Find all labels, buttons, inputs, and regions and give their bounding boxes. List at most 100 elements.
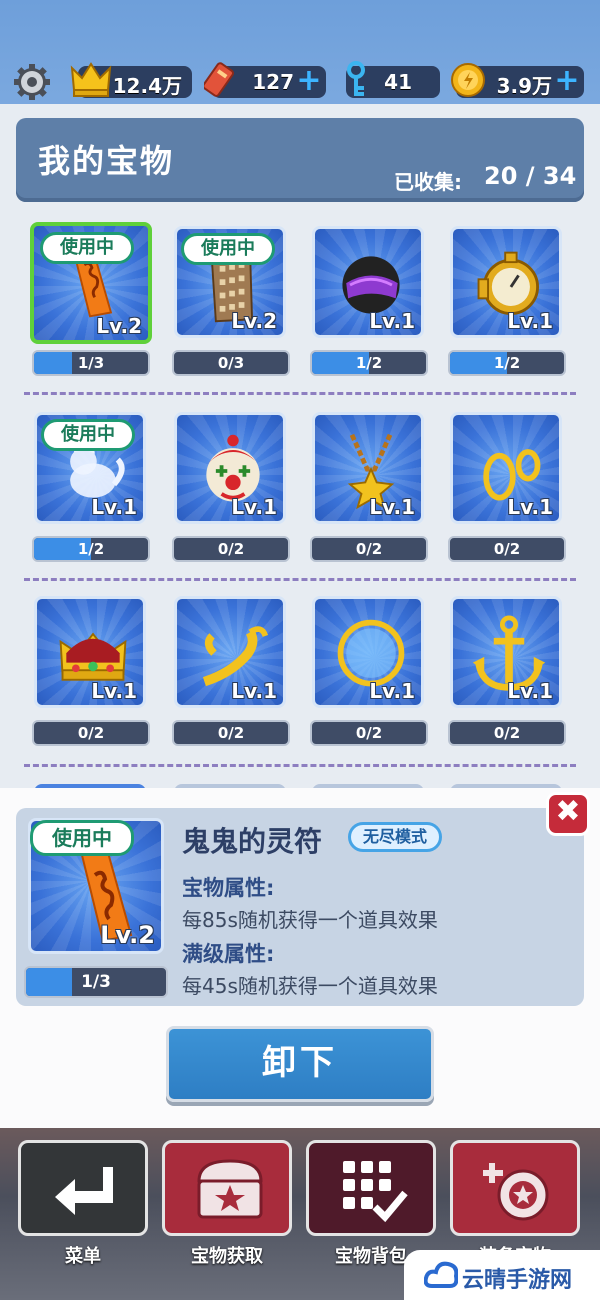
crown-value: 12.4万 bbox=[112, 74, 182, 98]
item-progress-text: 0/2 bbox=[77, 724, 105, 742]
item-tile[interactable]: Lv.1 bbox=[312, 412, 424, 524]
coin-icon bbox=[451, 63, 485, 97]
in-use-badge: 使用中 bbox=[181, 233, 275, 265]
treasure-item[interactable]: Lv.1 0/2 bbox=[308, 592, 428, 752]
item-progress-text: 0/2 bbox=[355, 540, 383, 558]
attr-label: 宝物属性: bbox=[182, 876, 275, 900]
item-progress-bar: 1/3 bbox=[32, 350, 150, 376]
ticket-counter: 127 + bbox=[204, 62, 326, 98]
item-tile[interactable]: Lv.1 bbox=[34, 596, 146, 708]
treasure-row: Lv.2 使用中 1/3 Lv.2 使用中 0/3 Lv.1 1/2 Lv.1 1/2 bbox=[0, 222, 600, 406]
collected-label: 已收集: bbox=[394, 170, 462, 194]
treasure-get-button[interactable] bbox=[162, 1140, 292, 1236]
item-progress-bar: 1/2 bbox=[32, 536, 150, 562]
coin-counter: 3.9万 + bbox=[451, 63, 584, 98]
max-attr-text: 每45s随机获得一个道具效果 bbox=[182, 974, 438, 998]
item-progress-text: 0/2 bbox=[493, 724, 521, 742]
item-level: Lv.2 bbox=[96, 314, 142, 338]
detail-item-tile: Lv.2 使用中 bbox=[28, 818, 164, 954]
item-progress-text: 1/2 bbox=[77, 540, 105, 558]
in-use-badge: 使用中 bbox=[40, 232, 134, 264]
treasure-panel: 我的宝物 已收集: 20 / 34 Lv.2 使用中 1/3 Lv.2 使用中 0/3 Lv… bbox=[0, 104, 600, 804]
mode-badge: 无尽模式 bbox=[348, 822, 443, 852]
detail-progress-text: 1/3 bbox=[81, 972, 111, 992]
item-progress-bar: 1/2 bbox=[448, 350, 566, 376]
add-coin-button[interactable]: + bbox=[554, 66, 580, 96]
currency-bar: 12.4万 127 + 41 3.9万 + bbox=[0, 60, 600, 104]
item-progress-text: 0/2 bbox=[217, 540, 245, 558]
cloud-logo-icon bbox=[424, 1261, 458, 1288]
item-level: Lv.1 bbox=[91, 679, 137, 703]
row-divider bbox=[24, 578, 576, 581]
coin-value: 3.9万 bbox=[496, 74, 552, 98]
watermark-text: 云晴手游网 bbox=[462, 1268, 573, 1293]
treasure-item[interactable]: Lv.1 0/2 bbox=[446, 408, 566, 568]
treasure-item[interactable]: Lv.1 0/2 bbox=[308, 408, 428, 568]
close-button[interactable]: ✖ bbox=[546, 792, 590, 836]
add-ticket-button[interactable]: + bbox=[296, 66, 322, 96]
detail-progress-bar: 1/3 bbox=[24, 966, 168, 998]
item-tile[interactable]: Lv.1 bbox=[450, 596, 562, 708]
item-progress-bar: 0/2 bbox=[448, 720, 566, 746]
treasure-item[interactable]: Lv.2 使用中 0/3 bbox=[170, 222, 290, 382]
item-tile[interactable]: Lv.1 bbox=[450, 412, 562, 524]
item-tile[interactable]: Lv.1 使用中 bbox=[34, 412, 146, 524]
treasure-item[interactable]: Lv.2 使用中 1/3 bbox=[30, 222, 152, 382]
item-level: Lv.1 bbox=[369, 309, 415, 333]
treasure-item[interactable]: Lv.1 1/2 bbox=[446, 222, 566, 382]
unequip-button[interactable]: 卸下 bbox=[166, 1026, 434, 1102]
treasure-bag-button[interactable] bbox=[306, 1140, 436, 1236]
ticket-icon bbox=[204, 62, 234, 97]
item-progress-bar: 0/2 bbox=[310, 536, 428, 562]
max-attr-label: 满级属性: bbox=[182, 942, 275, 966]
item-progress-text: 1/2 bbox=[493, 354, 521, 372]
item-progress-text: 0/2 bbox=[493, 540, 521, 558]
item-tile[interactable]: Lv.1 bbox=[450, 226, 562, 338]
treasure-get-label: 宝物获取 bbox=[191, 1246, 263, 1267]
detail-level: Lv.2 bbox=[100, 921, 155, 949]
item-progress-text: 0/3 bbox=[217, 354, 245, 372]
item-tile[interactable]: Lv.2 使用中 bbox=[30, 222, 152, 344]
collected-value: 20 / 34 bbox=[484, 162, 577, 190]
item-tile[interactable]: Lv.1 bbox=[174, 412, 286, 524]
page-title: 我的宝物 bbox=[38, 142, 175, 180]
treasure-item[interactable]: Lv.1 0/2 bbox=[170, 408, 290, 568]
item-progress-text: 1/2 bbox=[355, 354, 383, 372]
item-tile[interactable]: Lv.1 bbox=[174, 596, 286, 708]
item-level: Lv.1 bbox=[507, 679, 553, 703]
equip-medal-icon bbox=[483, 1163, 549, 1221]
row-divider bbox=[24, 764, 576, 767]
item-level: Lv.1 bbox=[231, 679, 277, 703]
item-level: Lv.1 bbox=[369, 679, 415, 703]
item-progress-text: 0/2 bbox=[355, 724, 383, 742]
equip-treasure-button[interactable] bbox=[450, 1140, 580, 1236]
item-tile[interactable]: Lv.1 bbox=[312, 226, 424, 338]
grid-check-icon bbox=[343, 1161, 408, 1223]
item-level: Lv.1 bbox=[507, 309, 553, 333]
menu-button[interactable] bbox=[18, 1140, 148, 1236]
item-progress-bar: 0/2 bbox=[310, 720, 428, 746]
item-level: Lv.1 bbox=[507, 495, 553, 519]
item-progress-bar: 1/2 bbox=[310, 350, 428, 376]
gear-icon[interactable] bbox=[12, 62, 52, 102]
item-level: Lv.1 bbox=[91, 495, 137, 519]
item-progress-bar: 0/2 bbox=[448, 536, 566, 562]
treasure-item[interactable]: Lv.1 1/2 bbox=[308, 222, 428, 382]
treasure-item[interactable]: Lv.1 0/2 bbox=[30, 592, 150, 752]
item-tile[interactable]: Lv.2 使用中 bbox=[174, 226, 286, 338]
menu-label: 菜单 bbox=[65, 1246, 101, 1267]
item-tile[interactable]: Lv.1 bbox=[312, 596, 424, 708]
in-use-badge: 使用中 bbox=[41, 419, 135, 451]
treasure-item[interactable]: Lv.1 使用中 1/2 bbox=[30, 408, 150, 568]
treasure-item[interactable]: Lv.1 0/2 bbox=[170, 592, 290, 752]
watermark: 云晴手游网 bbox=[404, 1250, 600, 1300]
ticket-value: 127 bbox=[252, 70, 294, 94]
row-divider bbox=[24, 392, 576, 395]
item-level: Lv.1 bbox=[369, 495, 415, 519]
crown-icon bbox=[70, 62, 112, 97]
treasure-item[interactable]: Lv.1 0/2 bbox=[446, 592, 566, 752]
chest-icon bbox=[197, 1159, 263, 1219]
detail-in-use-badge: 使用中 bbox=[30, 820, 134, 856]
item-progress-bar: 0/2 bbox=[32, 720, 150, 746]
key-counter: 41 bbox=[346, 61, 440, 98]
